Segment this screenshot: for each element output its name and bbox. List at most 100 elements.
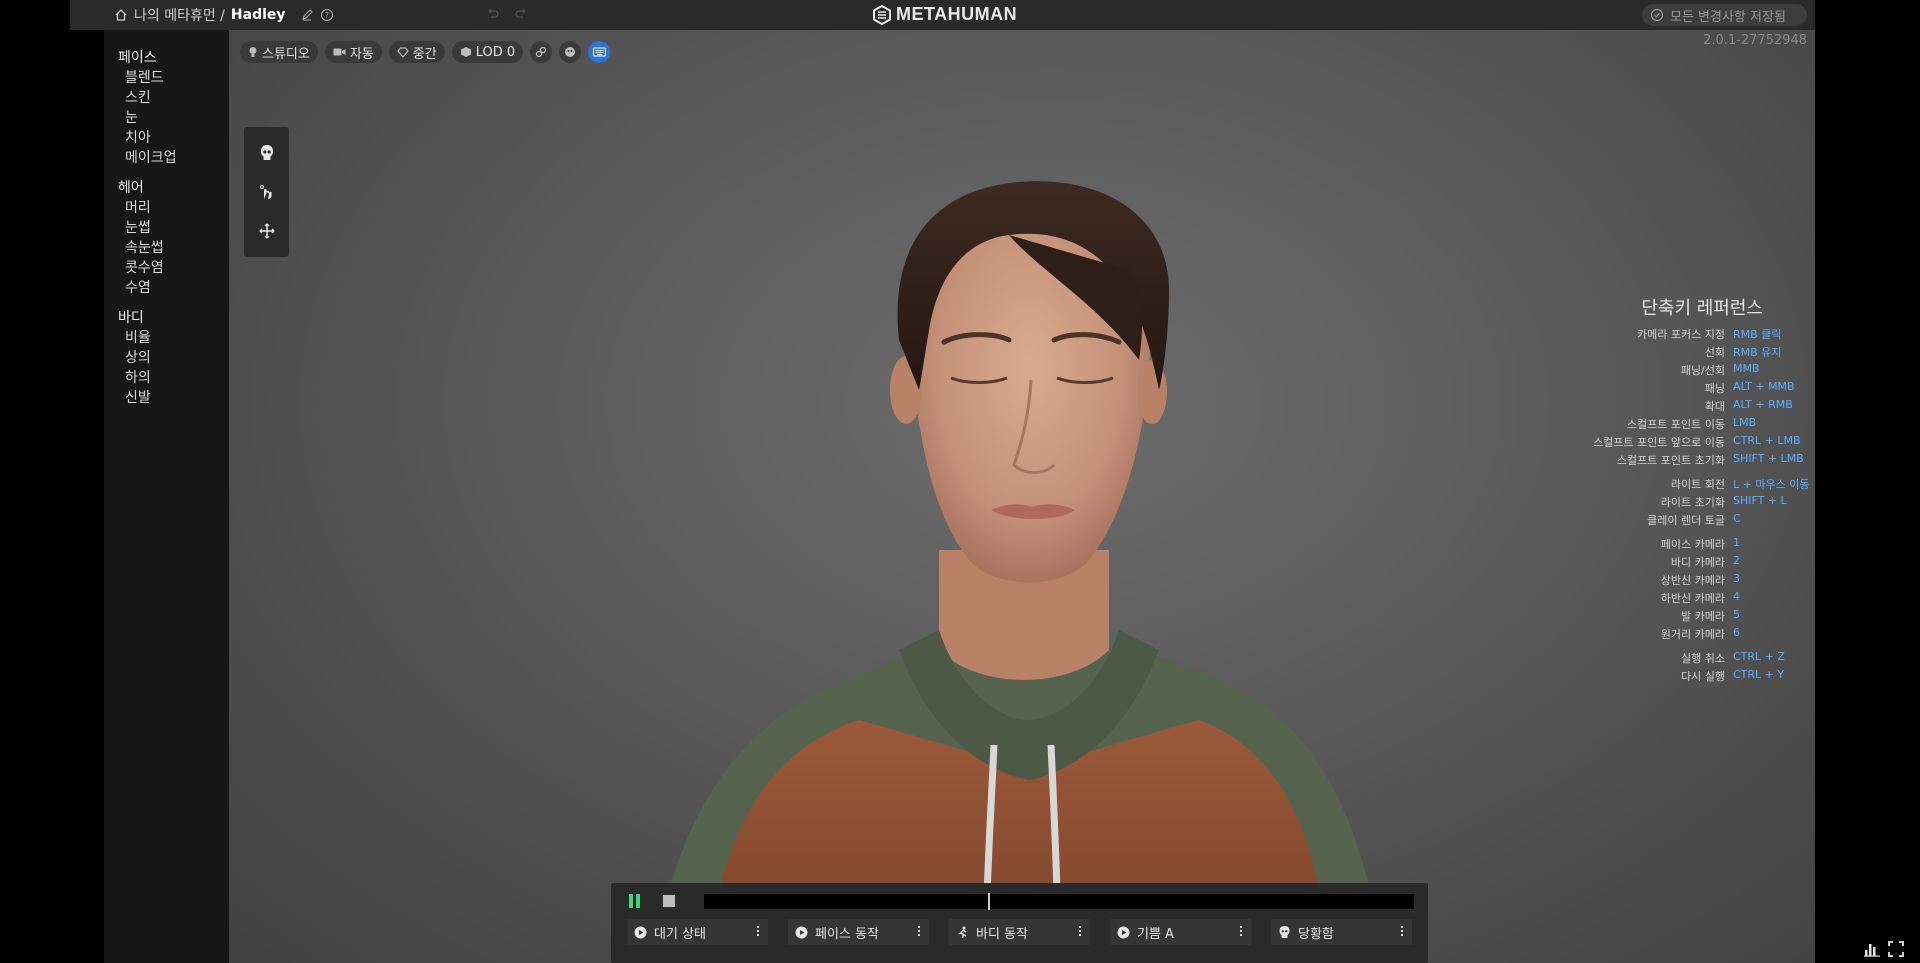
camera-select[interactable]: 자동 xyxy=(324,41,382,63)
metahuman-logo-icon xyxy=(873,4,891,25)
quality-select[interactable]: 중간 xyxy=(388,41,445,63)
shortcut-label: 스컬프트 포인트 이동 xyxy=(1626,418,1725,431)
nav-item-makeup[interactable]: 메이크업 xyxy=(104,148,229,168)
pause-button[interactable] xyxy=(629,894,643,908)
shortcut-label: 발 카메라 xyxy=(1681,610,1725,623)
nav-item-eyes[interactable]: 눈 xyxy=(104,108,229,128)
character-name: Hadley xyxy=(230,7,286,23)
face-icon xyxy=(1279,926,1290,938)
shortcut-label: 상반신 카메라 xyxy=(1660,574,1725,587)
body-motion-select[interactable]: 바디 동작 xyxy=(949,919,1090,945)
nav-head-body[interactable]: 바디 xyxy=(104,308,229,328)
shortcut-row: 패닝/선회 MMB xyxy=(1551,362,1814,380)
nav-head-hair[interactable]: 헤어 xyxy=(104,178,229,198)
nav-item-eyebrows[interactable]: 눈썹 xyxy=(104,218,229,238)
nav-item-teeth[interactable]: 치아 xyxy=(104,128,229,148)
clay-render-toggle[interactable] xyxy=(559,41,582,63)
nav-item-shoes[interactable]: 신발 xyxy=(104,388,229,408)
lighting-value: 스튜디오 xyxy=(262,46,310,62)
shortcut-key: CTRL + LMB xyxy=(1733,434,1801,447)
move-tool[interactable] xyxy=(254,218,280,244)
undo-icon[interactable] xyxy=(485,6,499,20)
nav-item-beard[interactable]: 수염 xyxy=(104,278,229,298)
lod-select[interactable]: LOD 0 xyxy=(451,41,524,63)
shortcut-label: 라이트 회전 xyxy=(1670,478,1725,491)
more-options-icon[interactable] xyxy=(1240,926,1242,936)
running-person-icon xyxy=(958,926,967,938)
lighting-select[interactable]: 스튜디오 xyxy=(240,41,318,63)
nav-item-head-hair[interactable]: 머리 xyxy=(104,198,229,218)
shortcut-key: 3 xyxy=(1733,572,1740,585)
nav-head-face[interactable]: 페이스 xyxy=(104,48,229,68)
nav-group-face: 페이스 블렌드 스킨 눈 치아 메이크업 xyxy=(104,48,229,168)
shortcut-key: SHIFT + L xyxy=(1733,494,1787,507)
3d-viewport[interactable]: 2.0.1-27752948 스튜디오 자동 중간 LOD 0 단축키 레퍼런스… xyxy=(229,30,1815,963)
viewport-tool-column xyxy=(244,127,289,257)
stop-button[interactable] xyxy=(663,895,675,907)
fullscreen-icon[interactable] xyxy=(1888,941,1904,957)
save-status-badge: 모든 변경사항 저장됨 xyxy=(1642,4,1807,26)
breadcrumb: 나의 메타휴먼 / Hadley ? xyxy=(114,5,334,25)
shortcut-key: ALT + RMB xyxy=(1733,398,1793,411)
shortcut-row: 스컬프트 포인트 이동 LMB xyxy=(1551,416,1814,434)
nav-item-skin[interactable]: 스킨 xyxy=(104,88,229,108)
quality-value: 중간 xyxy=(412,46,437,62)
logo-text: METAHUMAN xyxy=(896,4,1018,24)
metahuman-character-render xyxy=(654,181,1384,963)
shortcut-key: 5 xyxy=(1733,608,1740,621)
play-circle-icon xyxy=(634,926,647,938)
shortcut-row: 라이트 초기화 SHIFT + L xyxy=(1551,494,1814,512)
animation-dropdowns: 대기 상태 페이스 동작 바디 동작 기쁨 A 당황함 xyxy=(627,919,1412,945)
edit-icon[interactable] xyxy=(300,8,314,22)
shortcut-row: 바디 카메라 2 xyxy=(1551,554,1814,572)
nav-item-mustache[interactable]: 콧수염 xyxy=(104,258,229,278)
face-motion-select[interactable]: 페이스 동작 xyxy=(788,919,929,945)
nav-item-bottoms[interactable]: 하의 xyxy=(104,368,229,388)
more-options-icon[interactable] xyxy=(1401,926,1403,936)
camera-value: 자동 xyxy=(349,46,374,62)
breadcrumb-root-link[interactable]: 나의 메타휴먼 / xyxy=(134,5,225,25)
home-icon[interactable] xyxy=(114,8,128,22)
shortcut-key: CTRL + Z xyxy=(1733,650,1785,663)
stats-icon[interactable] xyxy=(1864,941,1880,957)
face-select-tool[interactable] xyxy=(254,140,280,166)
help-icon[interactable]: ? xyxy=(320,8,334,22)
nav-item-eyelashes[interactable]: 속눈썹 xyxy=(104,238,229,258)
more-options-icon[interactable] xyxy=(918,926,920,936)
sculpt-tool[interactable] xyxy=(254,179,280,205)
shortcut-key: C xyxy=(1733,512,1741,525)
corner-icons xyxy=(1864,941,1904,957)
animation-timeline[interactable] xyxy=(704,893,1414,910)
keyboard-shortcuts-toggle[interactable] xyxy=(588,41,611,63)
shortcut-row: 스컬프트 포인트 초기화 SHIFT + LMB xyxy=(1551,452,1814,470)
nav-item-proportions[interactable]: 비율 xyxy=(104,328,229,348)
shortcut-label: 선회 xyxy=(1704,346,1725,359)
idle-animation-select[interactable]: 대기 상태 xyxy=(627,919,768,945)
shortcut-key: 6 xyxy=(1733,626,1740,639)
shortcut-key: SHIFT + LMB xyxy=(1733,452,1804,465)
lightbulb-icon xyxy=(249,47,257,57)
shortcut-label: 바디 카메라 xyxy=(1670,556,1725,569)
embarrassed-expression-select[interactable]: 당황함 xyxy=(1271,919,1412,945)
save-status-text: 모든 변경사항 저장됨 xyxy=(1670,9,1786,25)
embarrassed-expression-label: 당황함 xyxy=(1298,926,1334,942)
more-options-icon[interactable] xyxy=(1079,926,1081,936)
shortcut-row: 스컬프트 포인트 앞으로 이동 CTRL + LMB xyxy=(1551,434,1814,452)
physics-toggle[interactable] xyxy=(530,41,553,63)
shortcut-key: ALT + MMB xyxy=(1733,380,1795,393)
redo-icon[interactable] xyxy=(515,6,529,20)
shortcut-key: MMB xyxy=(1733,362,1760,375)
more-options-icon[interactable] xyxy=(757,926,759,936)
nav-item-tops[interactable]: 상의 xyxy=(104,348,229,368)
hand-pointer-icon xyxy=(259,184,272,199)
joy-expression-select[interactable]: 기쁨 A xyxy=(1110,919,1251,945)
face-motion-label: 페이스 동작 xyxy=(815,926,879,942)
nav-item-blend[interactable]: 블렌드 xyxy=(104,68,229,88)
pause-icon-bar xyxy=(629,894,633,908)
link-icon xyxy=(535,46,547,58)
play-circle-icon xyxy=(1117,926,1130,938)
shortcut-key: CTRL + Y xyxy=(1733,668,1785,681)
timeline-playhead[interactable] xyxy=(988,893,990,910)
head-icon xyxy=(565,47,576,57)
shortcut-row: 하반신 카메라 4 xyxy=(1551,590,1814,608)
